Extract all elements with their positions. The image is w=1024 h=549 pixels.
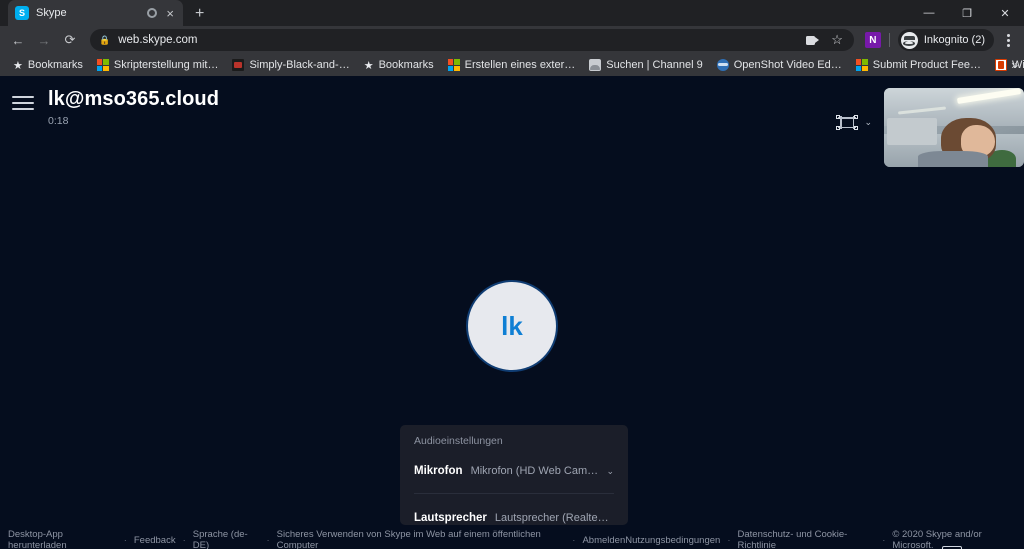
bookmark-item[interactable]: Erstellen eines exter… xyxy=(441,56,583,74)
layout-frame-icon xyxy=(836,115,859,130)
toolbar-divider xyxy=(888,33,890,47)
forward-icon[interactable]: → xyxy=(32,28,56,52)
footer-link[interactable]: Sprache (de-DE) xyxy=(193,529,260,549)
bookmark-item[interactable]: OpenShot Video Ed… xyxy=(710,56,849,74)
office-icon xyxy=(994,59,1007,71)
profile-label: Inkognito (2) xyxy=(923,34,985,46)
bookmark-item[interactable]: Simply-Black-and-… xyxy=(225,56,356,74)
bookmark-label: Simply-Black-and-… xyxy=(249,59,350,71)
microphone-row[interactable]: Mikrofon Mikrofon (HD Web Camera)… ⌄ xyxy=(414,459,614,483)
audio-settings-panel: Audioeinstellungen Mikrofon Mikrofon (HD… xyxy=(400,425,628,525)
window-close-icon[interactable]: ✕ xyxy=(986,0,1024,26)
camera-icon[interactable] xyxy=(806,35,820,45)
footer-link[interactable]: Desktop-App herunterladen xyxy=(8,529,117,549)
tab-strip: S Skype × + — ❐ ✕ xyxy=(0,0,1024,26)
footer-separator: · xyxy=(266,534,270,546)
browser-window: S Skype × + — ❐ ✕ ← → ⟳ 🔒 web.skype.com … xyxy=(0,0,1024,549)
bookmark-label: Erstellen eines exter… xyxy=(464,59,576,71)
bookmark-label: Bookmarks xyxy=(378,59,434,71)
new-tab-button[interactable]: + xyxy=(195,6,204,22)
incognito-profile-button[interactable]: Inkognito (2) xyxy=(897,29,994,51)
address-bar[interactable]: 🔒 web.skype.com ☆ xyxy=(90,29,854,51)
lock-icon: 🔒 xyxy=(99,34,111,45)
chevron-down-icon[interactable]: ⌄ xyxy=(606,466,614,477)
star-icon: ★ xyxy=(363,59,374,72)
hamburger-menu-icon[interactable] xyxy=(12,96,34,110)
bookmark-item[interactable]: Submit Product Fee… xyxy=(849,56,988,74)
bookmark-star-icon[interactable]: ☆ xyxy=(831,32,843,48)
bookmark-item[interactable]: Wissensdatenbank… xyxy=(988,56,1024,74)
bookmark-item[interactable]: Suchen | Channel 9 xyxy=(582,56,709,74)
avatar: lk xyxy=(468,282,556,370)
footer-separator: · xyxy=(123,534,127,546)
footer-separator: · xyxy=(572,534,576,546)
bookmark-item[interactable]: Skripterstellung mit… xyxy=(90,56,226,74)
channel9-icon xyxy=(589,59,602,71)
layout-switch-button[interactable]: ⌄ xyxy=(836,115,872,130)
window-controls: — ❐ ✕ xyxy=(910,0,1024,26)
star-icon: ★ xyxy=(13,59,23,72)
onenote-extension-icon[interactable]: N xyxy=(864,32,881,48)
audio-settings-title: Audioeinstellungen xyxy=(414,435,503,447)
openshot-icon xyxy=(716,59,729,71)
tab-title: Skype xyxy=(36,7,67,19)
footer-separator: · xyxy=(727,534,731,546)
speaker-value: Lautsprecher (Realtek High … xyxy=(494,511,614,524)
microsoft-icon xyxy=(96,59,109,71)
skype-call-screen: lk@mso365.cloud 0:18 ⌄ lk Audioeinstellu… xyxy=(0,76,1024,549)
kebab-menu-icon[interactable] xyxy=(998,33,1018,47)
maximize-icon[interactable]: ❐ xyxy=(948,0,986,26)
tab-skype[interactable]: S Skype × xyxy=(8,0,183,26)
microsoft-icon xyxy=(447,59,460,71)
footer-link[interactable]: Feedback xyxy=(134,535,176,546)
minimize-icon[interactable]: — xyxy=(910,0,948,26)
back-icon[interactable]: ← xyxy=(6,28,30,52)
footer-link[interactable]: Nutzungsbedingungen xyxy=(625,535,720,546)
footer-bar: Desktop-App herunterladen · Feedback · S… xyxy=(0,529,1024,549)
incognito-icon xyxy=(900,31,918,49)
bookmark-label: Bookmarks xyxy=(27,59,83,71)
bookmark-label: Submit Product Fee… xyxy=(872,59,981,71)
browser-toolbar: ← → ⟳ 🔒 web.skype.com ☆ N Inkognito (2) xyxy=(0,26,1024,54)
footer-separator: · xyxy=(182,534,186,546)
footer-link[interactable]: Sicheres Verwenden von Skype im Web auf … xyxy=(277,529,566,549)
dark-site-icon xyxy=(232,59,245,71)
call-timer: 0:18 xyxy=(48,115,69,127)
page-title: lk@mso365.cloud xyxy=(48,88,220,110)
copyright-text: © 2020 Skype and/or Microsoft. xyxy=(892,529,982,549)
bookmark-item[interactable]: ★ Bookmarks xyxy=(357,56,441,74)
speaker-label: Lautsprecher xyxy=(414,511,487,524)
bookmark-label: Suchen | Channel 9 xyxy=(606,59,703,71)
footer-separator: · xyxy=(882,534,886,546)
skype-icon: S xyxy=(15,6,29,20)
bookmark-item[interactable]: ★ Bookmarks xyxy=(6,56,90,74)
footer-link[interactable]: Abmelden xyxy=(582,535,625,546)
recording-indicator-icon[interactable] xyxy=(147,8,158,18)
bookmark-label: Skripterstellung mit… xyxy=(113,59,219,71)
microphone-value: Mikrofon (HD Web Camera)… xyxy=(470,465,599,477)
call-stage: lk Audioeinstellungen Mikrofon Mikrofon … xyxy=(0,146,1024,549)
close-icon[interactable]: × xyxy=(164,7,176,20)
bookmark-label: OpenShot Video Ed… xyxy=(733,59,842,71)
microsoft-icon xyxy=(855,59,868,71)
bookmarks-overflow-icon[interactable]: » xyxy=(1011,58,1018,72)
call-header: lk@mso365.cloud 0:18 xyxy=(0,76,1024,146)
bookmarks-bar: ★ Bookmarks Skripterstellung mit… Simply… xyxy=(0,54,1024,76)
microphone-label: Mikrofon xyxy=(414,465,463,477)
footer-link[interactable]: Datenschutz- und Cookie-Richtlinie xyxy=(738,529,876,549)
speaker-row[interactable]: Lautsprecher Lautsprecher (Realtek High … xyxy=(414,493,614,527)
url-text: web.skype.com xyxy=(118,34,198,46)
reload-icon[interactable]: ⟳ xyxy=(58,28,82,52)
chevron-down-icon: ⌄ xyxy=(864,117,872,127)
